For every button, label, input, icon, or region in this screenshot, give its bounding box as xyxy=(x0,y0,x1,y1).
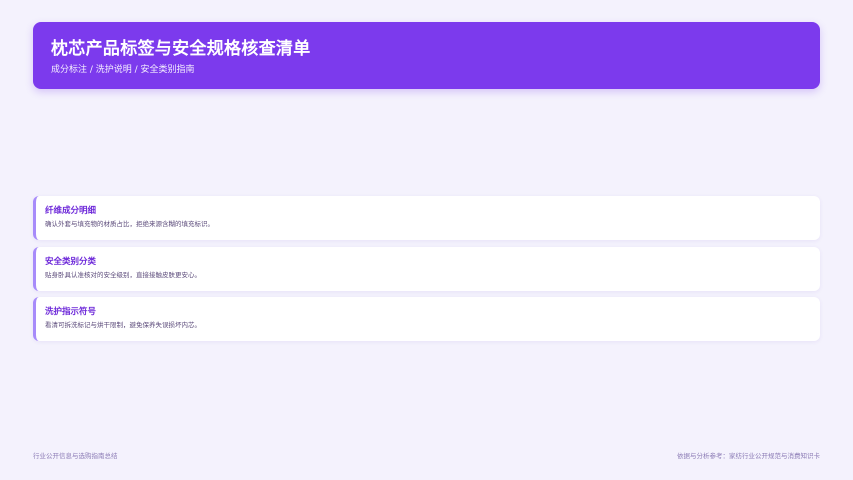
card-title: 洗护指示符号 xyxy=(45,307,97,317)
footer-reference-note: 依据与分析参考：家纺行业公开规范与消费知识卡 xyxy=(677,452,820,460)
card-description: 确认外套与填充物的材质占比，拒绝来源含糊的填充标识。 xyxy=(45,220,214,228)
checklist: 纤维成分明细 确认外套与填充物的材质占比，拒绝来源含糊的填充标识。 安全类别分类… xyxy=(33,196,820,348)
page-subtitle: 成分标注 / 洗护说明 / 安全类别指南 xyxy=(51,65,195,75)
page-title: 枕芯产品标签与安全规格核查清单 xyxy=(51,39,311,59)
card-description: 看清可拆洗标记与烘干限制，避免保养失误损坏内芯。 xyxy=(45,321,201,329)
card-description: 贴身卧具认准核对的安全级别，直接接触皮肤更安心。 xyxy=(45,270,201,279)
checklist-card-care: 洗护指示符号 看清可拆洗标记与烘干限制，避免保养失误损坏内芯。 xyxy=(33,297,820,341)
header-banner: 枕芯产品标签与安全规格核查清单 成分标注 / 洗护说明 / 安全类别指南 xyxy=(33,22,820,89)
checklist-card-safety: 安全类别分类 贴身卧具认准核对的安全级别，直接接触皮肤更安心。 xyxy=(33,246,820,291)
card-title: 纤维成分明细 xyxy=(45,206,97,216)
card-title: 安全类别分类 xyxy=(45,256,97,267)
checklist-card-fiber: 纤维成分明细 确认外套与填充物的材质占比，拒绝来源含糊的填充标识。 xyxy=(33,196,820,240)
footer-source-note: 行业公开信息与选购指南总结 xyxy=(33,452,118,460)
